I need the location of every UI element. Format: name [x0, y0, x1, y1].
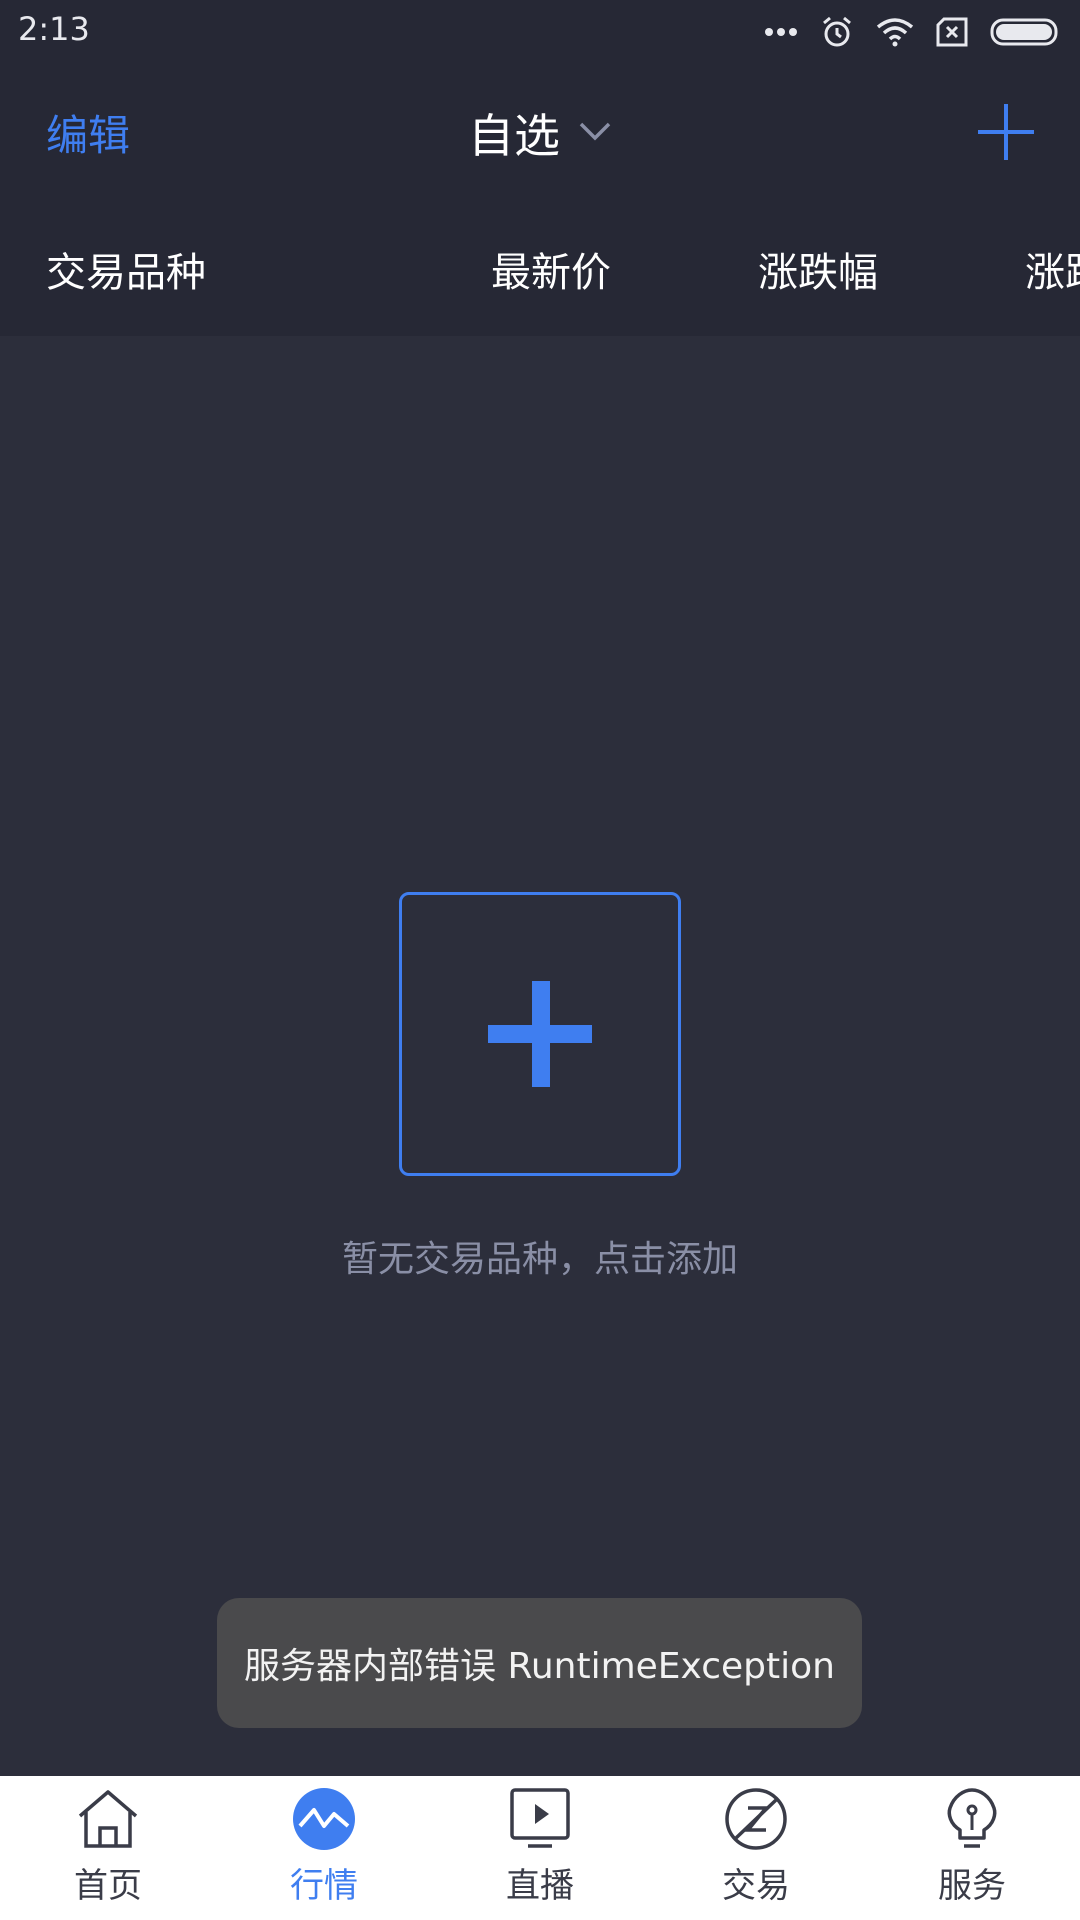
add-symbol-button[interactable] — [978, 104, 1034, 160]
battery-icon — [990, 17, 1062, 47]
status-time: 2:13 — [18, 10, 90, 48]
empty-state-message: 暂无交易品种，点击添加 — [341, 1239, 738, 1280]
market-watchlist-screen: 2:13 编辑 自选 交易品种 最新价 涨跌幅 涨 暂无交易品种，点击添加 服务… — [0, 0, 1080, 1920]
nav-item-trade[interactable]: 交易 — [648, 1776, 864, 1920]
nav-label-service: 服务 — [938, 1866, 1006, 1906]
nav-label-trade: 交易 — [722, 1866, 790, 1906]
nav-item-live[interactable]: 直播 — [432, 1776, 648, 1920]
nav-item-service[interactable]: 服务 — [864, 1776, 1080, 1920]
more-dots-icon — [764, 26, 798, 38]
page-title: 自选 — [468, 109, 560, 163]
top-header: 编辑 自选 — [0, 62, 1080, 202]
market-chart-icon — [288, 1786, 360, 1852]
empty-add-symbol-button[interactable] — [399, 892, 681, 1176]
nav-item-home[interactable]: 首页 — [0, 1776, 216, 1920]
column-header-last-price[interactable]: 最新价 — [491, 240, 611, 298]
plus-icon — [978, 104, 1034, 160]
column-header-row: 交易品种 最新价 涨跌幅 涨跌 — [0, 202, 1080, 336]
status-bar: 2:13 — [0, 0, 1080, 62]
toast-message: 服务器内部错误 RuntimeException — [244, 1646, 835, 1687]
service-bulb-icon — [936, 1786, 1008, 1852]
nav-label-home: 首页 — [74, 1866, 142, 1906]
nav-label-live: 直播 — [506, 1866, 574, 1906]
error-toast: 服务器内部错误 RuntimeException — [217, 1598, 862, 1728]
column-header-symbol[interactable]: 交易品种 — [46, 240, 206, 298]
alarm-icon — [820, 15, 854, 49]
trade-icon — [720, 1786, 792, 1852]
bottom-nav: 首页 行情 直播 交易 服务 — [0, 1776, 1080, 1920]
no-sim-icon — [936, 17, 968, 47]
chevron-down-icon — [578, 120, 612, 146]
live-play-icon — [504, 1786, 576, 1852]
watchlist-selector[interactable]: 自选 — [468, 100, 612, 166]
column-header-change-percent[interactable]: 涨跌幅 — [758, 240, 878, 298]
home-icon — [72, 1786, 144, 1852]
status-icons — [764, 12, 1062, 52]
wifi-icon — [876, 17, 914, 47]
nav-label-market: 行情 — [290, 1866, 358, 1906]
nav-item-market[interactable]: 行情 — [216, 1776, 432, 1920]
edit-button[interactable]: 编辑 — [46, 102, 130, 163]
column-header-change[interactable]: 涨跌 — [1025, 240, 1080, 298]
